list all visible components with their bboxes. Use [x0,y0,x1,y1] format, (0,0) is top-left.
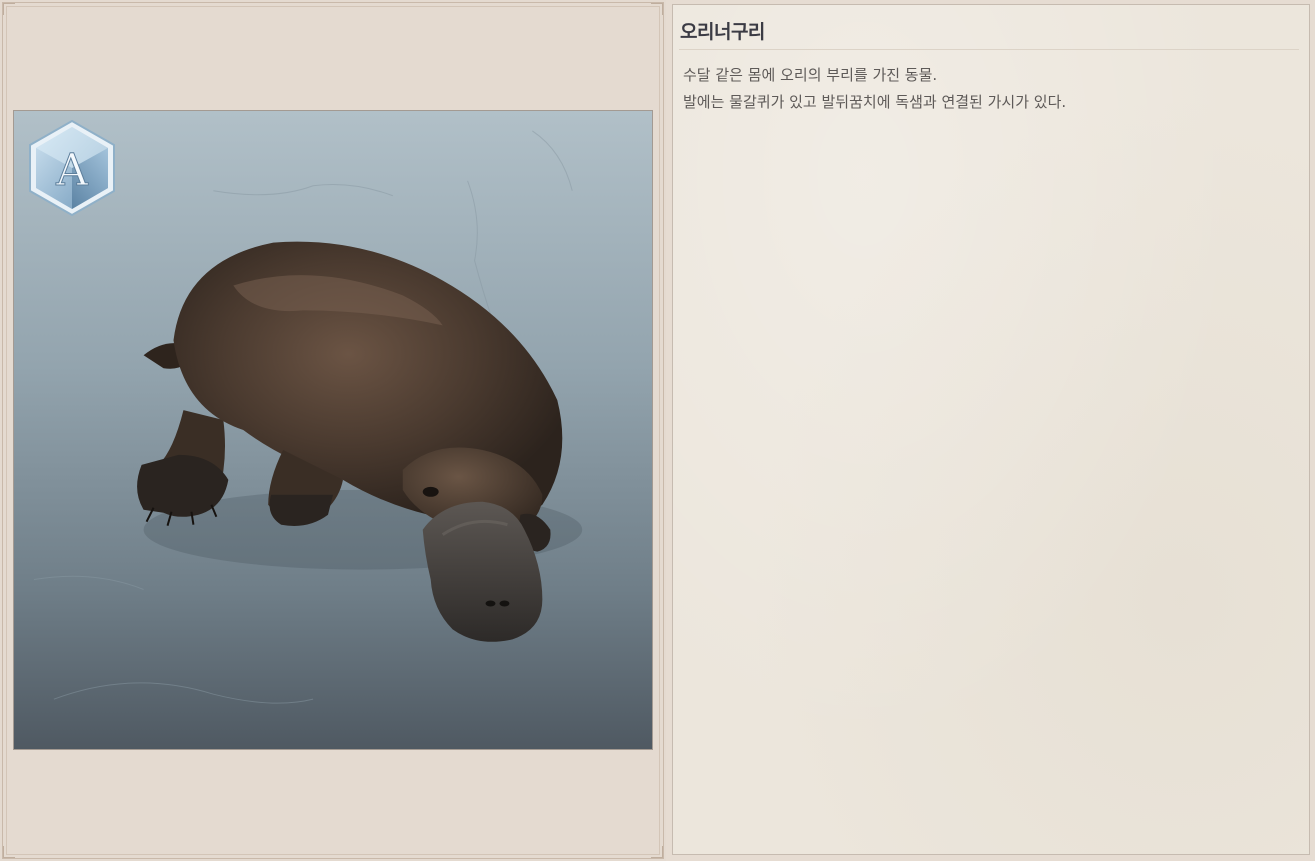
description-line: 발에는 물갈퀴가 있고 발뒤꿈치에 독샘과 연결된 가시가 있다. [683,93,1067,111]
grade-letter: A [55,145,89,196]
title-divider [679,49,1299,50]
item-image: A [13,110,653,750]
description-line: 수달 같은 몸에 오리의 부리를 가진 동물. [683,66,938,84]
item-description: 수달 같은 몸에 오리의 부리를 가진 동물. 발에는 물갈퀴가 있고 발뒤꿈치… [683,62,1289,116]
grade-a-badge-icon: A [29,119,115,217]
item-image-panel: A [0,0,666,861]
item-title: 오리너구리 [680,21,765,43]
item-description-panel: 오리너구리 수달 같은 몸에 오리의 부리를 가진 동물. 발에는 물갈퀴가 있… [672,4,1310,855]
